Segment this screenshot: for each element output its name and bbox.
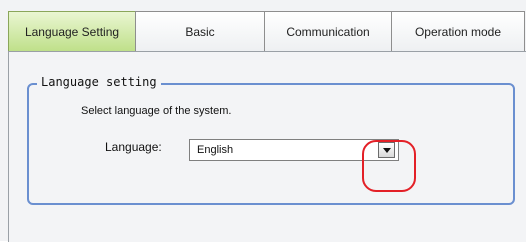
tab-content-panel: Language setting Select language of the … xyxy=(8,51,526,242)
language-label: Language: xyxy=(105,140,162,154)
language-selected-value: English xyxy=(197,144,234,156)
tab-basic[interactable]: Basic xyxy=(135,11,265,51)
settings-window: Language Setting Basic Communication Ope… xyxy=(0,0,526,242)
description-text: Select language of the system. xyxy=(81,105,232,117)
tab-bar: Language Setting Basic Communication Ope… xyxy=(8,11,526,51)
highlight-circle xyxy=(362,140,416,192)
tab-language-setting[interactable]: Language Setting xyxy=(8,11,136,51)
tab-communication[interactable]: Communication xyxy=(264,11,392,51)
group-title: Language setting xyxy=(37,75,161,89)
tab-operation-mode[interactable]: Operation mode xyxy=(391,11,525,51)
language-setting-group: Language setting Select language of the … xyxy=(27,75,515,205)
